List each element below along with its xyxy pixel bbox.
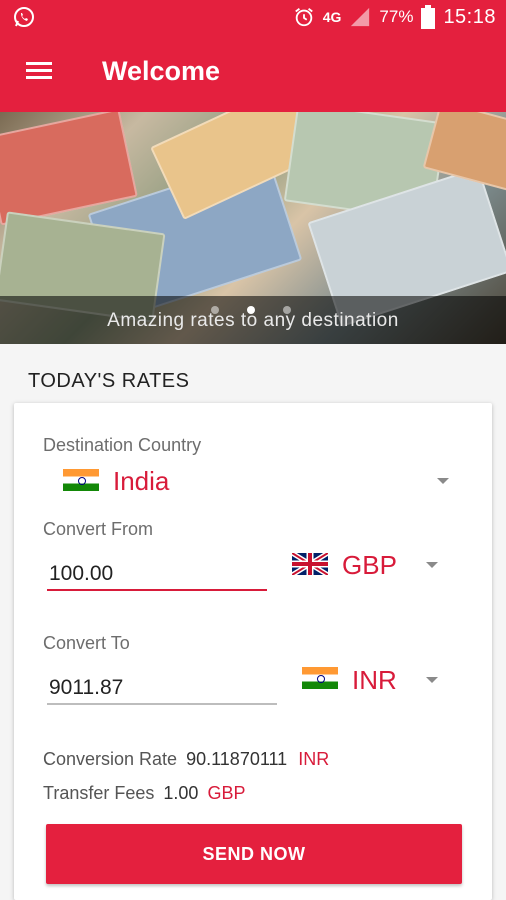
chevron-down-icon [437, 478, 449, 484]
convert-from-underline [47, 589, 267, 591]
india-flag-icon [302, 667, 338, 689]
app-bar: Welcome [0, 34, 506, 112]
convert-from-label: Convert From [43, 519, 154, 539]
signal-icon [351, 7, 370, 27]
destination-value: India [113, 466, 170, 496]
convert-from-input[interactable]: 100.00 [49, 562, 113, 586]
from-currency-value: GBP [342, 550, 397, 580]
chevron-down-icon [426, 677, 438, 683]
hero-caption-bar: Amazing rates to any destination [0, 296, 506, 344]
transfer-fees-label: Transfer Fees [43, 783, 155, 803]
chevron-down-icon [426, 562, 438, 568]
carousel-dot-active[interactable] [247, 306, 255, 314]
clock-time: 15:18 [443, 5, 496, 28]
from-currency-select[interactable]: GBP [292, 549, 452, 589]
to-currency-select[interactable]: INR [302, 665, 452, 705]
page-title: Welcome [102, 56, 221, 86]
convert-to-underline [47, 703, 277, 705]
whatsapp-icon [14, 7, 34, 27]
hero-banner[interactable]: Amazing rates to any destination [0, 112, 506, 344]
battery-icon [421, 5, 436, 29]
send-now-button[interactable]: SEND NOW [46, 824, 462, 884]
carousel-indicators [211, 306, 291, 314]
uk-flag-icon [292, 553, 328, 575]
section-title: TODAY'S RATES [28, 370, 190, 392]
to-currency-value: INR [352, 665, 397, 695]
conversion-rate-label: Conversion Rate [43, 749, 178, 769]
carousel-dot[interactable] [211, 306, 219, 314]
rates-card: Destination Country India Convert From 1… [14, 403, 492, 900]
conversion-rate-row: Conversion Rate 90.11870111 INR [43, 749, 329, 770]
battery-percent: 77% [379, 7, 414, 26]
convert-to-label: Convert To [43, 633, 130, 653]
transfer-fees-unit: GBP [207, 783, 246, 803]
status-bar: 4G 77% 15:18 [0, 0, 506, 34]
destination-select[interactable]: India [43, 459, 453, 499]
alarm-icon [294, 8, 313, 27]
transfer-fees-value: 1.00 [163, 783, 199, 803]
india-flag-icon [63, 469, 99, 491]
destination-label: Destination Country [43, 435, 202, 455]
menu-icon[interactable] [20, 58, 58, 88]
convert-to-input[interactable]: 9011.87 [49, 676, 123, 700]
transfer-fees-row: Transfer Fees 1.00 GBP [43, 783, 245, 804]
conversion-rate-value: 90.11870111 [186, 749, 288, 769]
conversion-rate-unit: INR [298, 749, 330, 769]
network-type: 4G [322, 9, 342, 25]
carousel-dot[interactable] [283, 306, 291, 314]
